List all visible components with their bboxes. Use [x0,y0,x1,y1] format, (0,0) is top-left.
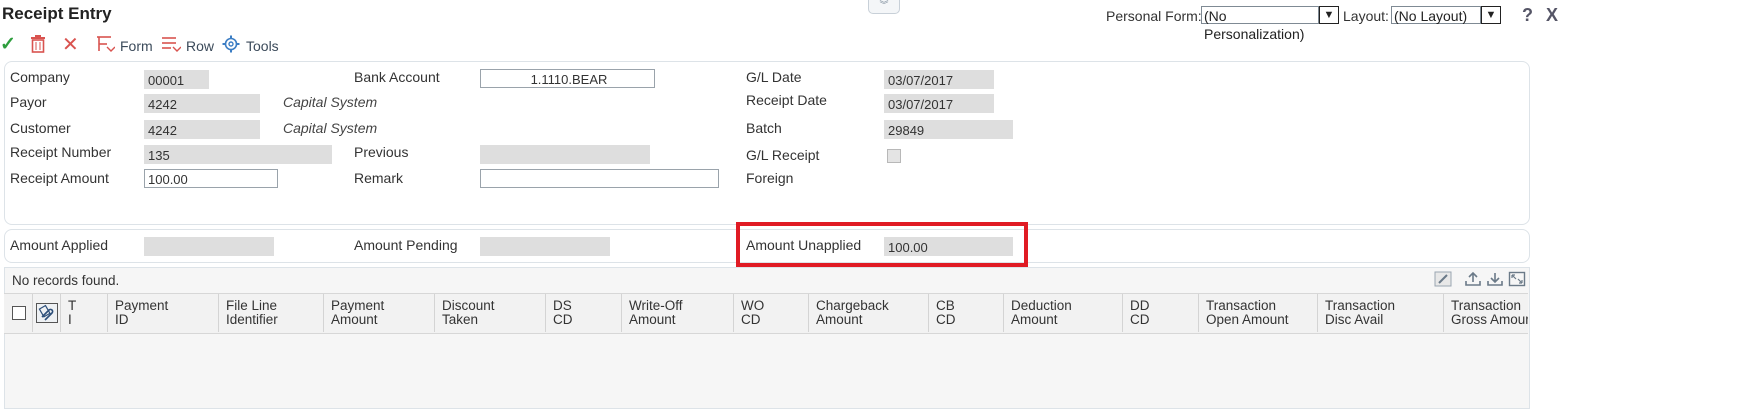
highlight-box [736,222,1028,267]
receipts-grid [4,267,1530,409]
bank-account-label: Bank Account [354,69,440,85]
column-header-payment-id[interactable]: Payment ID [115,299,168,327]
close-icon[interactable]: X [1546,5,1558,26]
payor-label: Payor [10,94,47,110]
personal-form-select[interactable]: (No Personalization) [1201,6,1319,42]
column-header-payment-amount[interactable]: Payment Amount [331,299,384,327]
edit-grid-icon[interactable] [1434,271,1452,291]
help-icon[interactable]: ? [1522,5,1533,26]
receipt-date-field: 03/07/2017 [884,94,994,113]
customer-label: Customer [10,120,71,136]
form-menu-icon[interactable] [95,35,116,56]
column-header-write-off-amount[interactable]: Write-Off Amount [629,299,683,327]
receipt-amount-input[interactable]: 100.00 [144,169,278,188]
amount-pending-label: Amount Pending [354,237,458,253]
payor-name: Capital System [283,94,378,110]
receipt-amount-label: Receipt Amount [10,170,109,186]
receipt-header-panel [4,61,1530,225]
chevron-down-icon[interactable]: ▼ [1481,6,1501,24]
column-header-chargeback-amount[interactable]: Chargeback Amount [816,299,889,327]
column-header-ds-cd[interactable]: DS CD [553,299,573,327]
company-label: Company [10,69,70,85]
upload-icon[interactable] [1464,271,1482,291]
previous-field [480,145,650,164]
remark-label: Remark [354,170,404,186]
personal-form-label: Personal Form: [1106,8,1202,24]
receipt-date-label: Receipt Date [746,92,827,108]
column-header-cb-cd[interactable]: CB CD [936,299,956,327]
payor-field: 4242 [144,94,260,113]
download-icon[interactable] [1486,271,1504,291]
collapse-header-icon[interactable]: ︾ [868,0,900,14]
column-header-discount-taken[interactable]: Discount Taken [442,299,495,327]
column-header-deduction-amount[interactable]: Deduction Amount [1011,299,1072,327]
layout-select[interactable]: (No Layout) [1391,6,1481,24]
cancel-x-icon[interactable]: ✕ [62,35,79,55]
batch-label: Batch [746,120,782,136]
page-title: Receipt Entry [2,4,112,23]
receipt-number-field: 135 [144,145,332,164]
layout-label: Layout: [1343,8,1389,24]
column-header-ti[interactable]: T I [68,299,76,327]
customer-field: 4242 [144,120,260,139]
company-field: 00001 [144,70,209,89]
row-attachment-icon[interactable] [36,303,58,323]
column-header-transaction-open-amount[interactable]: Transaction Open Amount [1206,299,1289,327]
amount-applied-label: Amount Applied [10,237,109,253]
column-header-dd-cd[interactable]: DD CD [1130,299,1150,327]
form-menu-button[interactable]: Form [120,38,153,54]
delete-trash-icon[interactable] [30,35,46,53]
remark-input[interactable] [480,169,719,188]
gl-receipt-label: G/L Receipt [746,147,820,163]
tools-menu-button[interactable]: Tools [246,38,279,54]
bank-account-input[interactable]: 1.1110.BEAR [480,69,655,88]
column-header-wo-cd[interactable]: WO CD [741,299,764,327]
column-header-transaction-gross-amount[interactable]: Transaction Gross Amount [1451,299,1528,327]
row-menu-button[interactable]: Row [186,38,214,54]
foreign-label: Foreign [746,170,794,186]
gear-icon[interactable] [222,35,240,56]
row-menu-icon[interactable] [161,35,182,56]
maximize-grid-icon[interactable] [1508,271,1526,291]
amount-pending-field [480,237,610,256]
batch-field: 29849 [884,120,1013,139]
amount-applied-field [144,237,274,256]
receipt-number-label: Receipt Number [10,144,112,160]
column-header-file-line-identifier[interactable]: File Line Identifier [226,299,278,327]
grid-status: No records found. [12,273,120,288]
column-header-transaction-disc-avail[interactable]: Transaction Disc Avail [1325,299,1395,327]
select-all-checkbox[interactable] [12,306,26,320]
gl-date-field: 03/07/2017 [884,70,994,89]
gl-receipt-checkbox[interactable] [887,149,901,163]
customer-name: Capital System [283,120,378,136]
ok-check-icon[interactable]: ✓ [0,35,16,55]
chevron-down-icon[interactable]: ▼ [1319,6,1339,24]
gl-date-label: G/L Date [746,69,802,85]
previous-label: Previous [354,144,409,160]
